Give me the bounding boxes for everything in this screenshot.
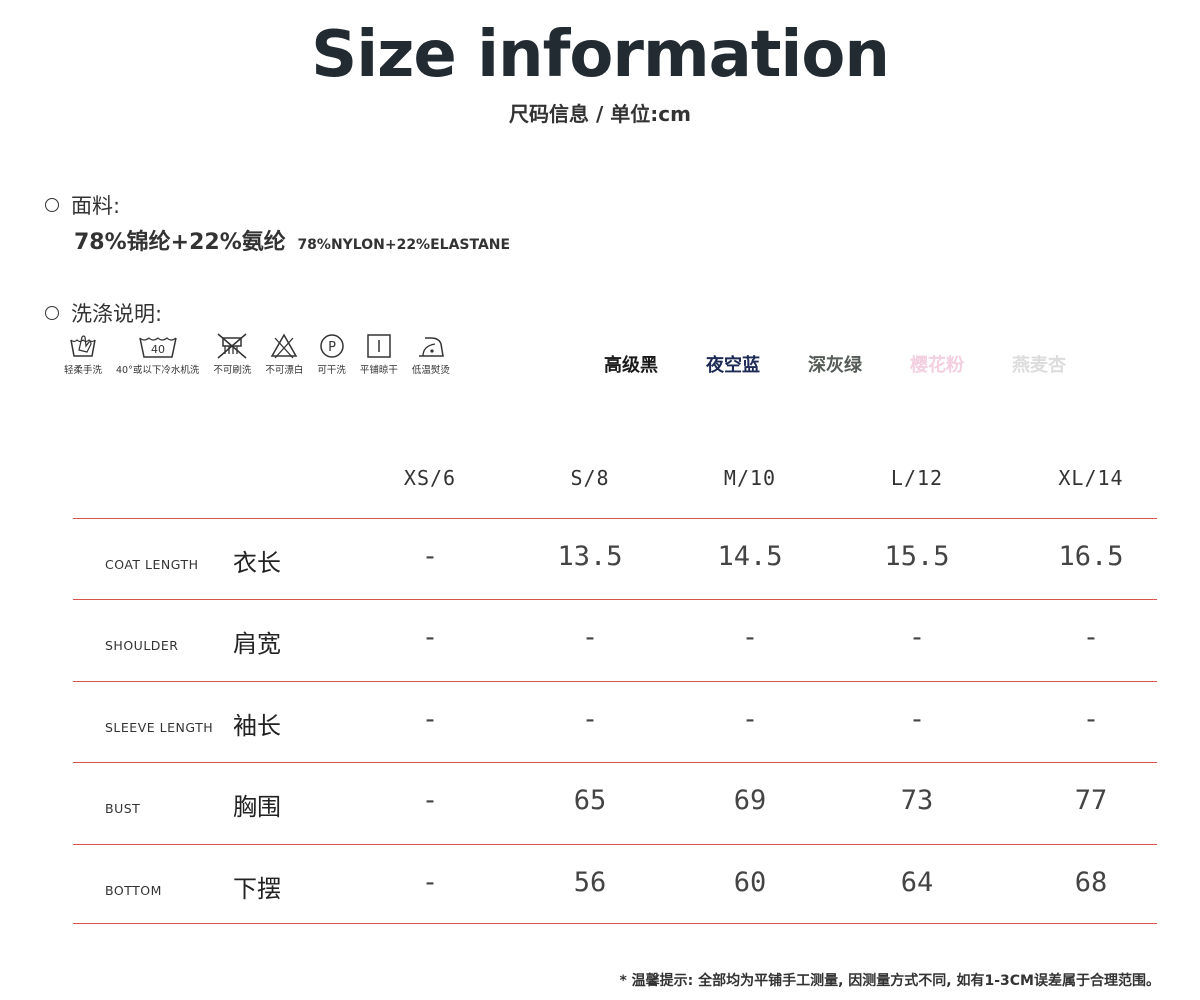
table-bottom-divider: [73, 923, 1157, 924]
care-label: 不可漂白: [265, 365, 304, 376]
table-cell: -: [741, 704, 759, 735]
table-cell: -: [581, 622, 599, 653]
table-cell: 15.5: [884, 541, 950, 572]
table-row: SLEEVE LENGTH 袖长 - - - - -: [73, 681, 1157, 763]
size-header-xl: XL/14: [1058, 466, 1124, 490]
table-cell: -: [421, 541, 439, 572]
row-label-en: BUST: [105, 801, 141, 816]
dry-clean-p-icon: P: [319, 334, 344, 358]
hand-wash-icon: [70, 335, 96, 357]
table-cell: -: [1082, 704, 1100, 735]
care-label: 轻柔手洗: [64, 365, 103, 376]
table-cell: -: [908, 704, 926, 735]
size-header-s: S/8: [570, 466, 610, 490]
care-heading: 洗涤说明:: [45, 298, 162, 328]
table-row: BUST 胸围 - 65 69 73 77: [73, 762, 1157, 844]
care-heading-label: 洗涤说明:: [71, 302, 163, 326]
table-cell: 14.5: [717, 541, 783, 572]
table-row: SHOULDER 肩宽 - - - - -: [73, 599, 1157, 681]
care-item-no-brush: 不可刷洗: [213, 332, 251, 376]
care-label: 平铺晾干: [359, 365, 398, 376]
fabric-heading-label: 面料:: [71, 194, 121, 218]
care-item-hand-wash: 轻柔手洗: [64, 332, 102, 376]
care-item-dry-clean: P 可干洗: [317, 332, 346, 376]
color-options: 高级黑 夜空蓝 深灰绿 樱花粉 燕麦杏: [604, 351, 1066, 377]
size-header-m: M/10: [723, 466, 777, 490]
row-label-en: BOTTOM: [105, 883, 162, 898]
care-item-machine-wash: 40 40°或以下冷水机洗: [116, 332, 199, 376]
care-item-no-bleach: 不可漂白: [265, 332, 303, 376]
flat-dry-icon: [367, 334, 391, 358]
bullet-circle-icon: [45, 198, 59, 212]
no-brush-icon: [217, 333, 247, 359]
care-item-flat-dry: 平铺晾干: [360, 332, 398, 376]
row-label-cn: 下摆: [233, 875, 281, 903]
color-option-black[interactable]: 高级黑: [604, 351, 658, 377]
table-cell: -: [1082, 622, 1100, 653]
table-cell: 69: [733, 785, 767, 816]
care-label: 不可刷洗: [213, 365, 252, 376]
color-option-navy[interactable]: 夜空蓝: [706, 351, 760, 377]
table-cell: 16.5: [1058, 541, 1124, 572]
fabric-content-en: 78%NYLON+22%ELASTANE: [297, 237, 511, 253]
table-cell: 73: [900, 785, 934, 816]
care-label: 低温熨烫: [411, 365, 450, 376]
table-cell: 60: [733, 867, 767, 898]
table-cell: -: [421, 622, 439, 653]
table-cell: -: [908, 622, 926, 653]
fabric-heading: 面料:: [45, 190, 120, 220]
table-cell: -: [421, 704, 439, 735]
fabric-content-cn: 78%锦纶+22%氨纶: [74, 230, 286, 255]
table-cell: 68: [1074, 867, 1108, 898]
row-label-en: SLEEVE LENGTH: [105, 720, 214, 735]
measurement-note: * 温馨提示: 全部均为平铺手工测量, 因测量方式不同, 如有1-3CM误差属于…: [619, 973, 1160, 989]
row-label-en: COAT LENGTH: [105, 557, 199, 572]
row-label-cn: 肩宽: [233, 630, 281, 658]
fabric-content: 78%锦纶+22%氨纶 78%NYLON+22%ELASTANE: [74, 224, 510, 256]
table-row: BOTTOM 下摆 - 56 60 64 68: [73, 844, 1157, 926]
machine-wash-40-icon: 40: [138, 337, 177, 358]
row-label-cn: 衣长: [233, 549, 281, 577]
care-icons: 轻柔手洗 40 40°或以下冷水机洗 不可刷洗 不可漂白 P 可干洗 平铺晾干 …: [64, 332, 464, 376]
color-option-grey-green[interactable]: 深灰绿: [808, 351, 862, 377]
dry-clean-letter: P: [328, 340, 336, 355]
row-label-en: SHOULDER: [105, 638, 179, 653]
table-cell: -: [741, 622, 759, 653]
table-cell: 64: [900, 867, 934, 898]
row-label-cn: 袖长: [233, 712, 281, 740]
color-option-pink[interactable]: 樱花粉: [910, 351, 964, 377]
row-label-cn: 胸围: [233, 793, 281, 821]
size-header-xs: XS/6: [403, 466, 457, 490]
table-cell: 56: [573, 867, 607, 898]
table-cell: -: [421, 867, 439, 898]
table-row: COAT LENGTH 衣长 - 13.5 14.5 15.5 16.5: [73, 518, 1157, 600]
low-iron-icon: [418, 337, 444, 357]
care-item-low-iron: 低温熨烫: [412, 332, 450, 376]
color-option-oat[interactable]: 燕麦杏: [1012, 351, 1066, 377]
table-cell: -: [581, 704, 599, 735]
table-cell: 13.5: [557, 541, 623, 572]
wash-temp-text: 40: [151, 343, 165, 356]
page-title: Size information: [311, 18, 890, 92]
care-label: 可干洗: [317, 365, 346, 376]
size-header-l: L/12: [890, 466, 944, 490]
table-cell: -: [421, 785, 439, 816]
bullet-circle-icon: [45, 306, 59, 320]
care-label: 40°或以下冷水机洗: [116, 365, 200, 376]
no-bleach-icon: [271, 333, 298, 359]
table-cell: 65: [573, 785, 607, 816]
table-cell: 77: [1074, 785, 1108, 816]
page-subtitle: 尺码信息 / 单位:cm: [509, 102, 691, 126]
